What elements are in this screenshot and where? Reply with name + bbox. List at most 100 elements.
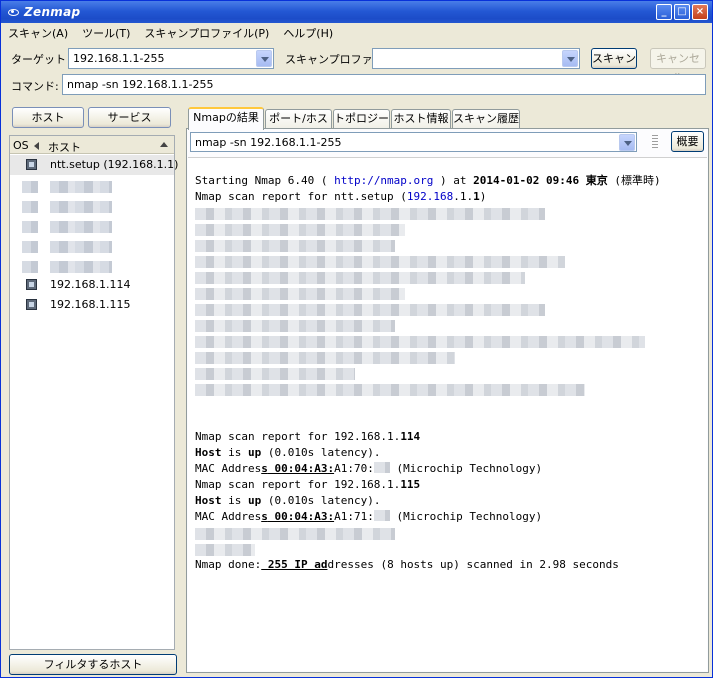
output-line: Nmap scan report for ntt.setup (192.168.… xyxy=(195,189,486,204)
host-list: OS ホスト ntt.setup (192.168.1.1) 192.168.1… xyxy=(9,135,178,650)
output-ip-last: 114 xyxy=(400,430,421,443)
filter-hosts-button[interactable]: フィルタするホスト xyxy=(9,654,177,675)
column-os[interactable]: OS xyxy=(13,139,29,152)
command-label: コマンド: xyxy=(11,80,59,93)
output-line: Host is up (0.010s latency). xyxy=(195,445,380,460)
output-host-word: Host xyxy=(195,446,222,459)
redacted-output xyxy=(195,528,395,540)
target-value: 192.168.1.1-255 xyxy=(73,52,165,65)
host-list-header: OS ホスト xyxy=(10,136,174,154)
nmap-url-link[interactable]: http://nmap.org xyxy=(334,174,433,187)
zenmap-eye-icon xyxy=(7,6,19,18)
tab-nmap-output[interactable]: Nmapの結果 xyxy=(188,107,264,130)
redacted-output xyxy=(195,336,645,348)
output-latency: (0.010s latency). xyxy=(261,494,381,507)
redacted-output xyxy=(195,384,585,396)
redacted-output xyxy=(373,462,390,473)
os-unknown-icon xyxy=(26,279,37,290)
column-host[interactable]: ホスト xyxy=(48,139,81,155)
overview-button[interactable]: 概要 xyxy=(671,131,704,152)
maximize-button[interactable]: □ xyxy=(674,4,690,20)
redacted-output xyxy=(195,544,255,556)
output-mac-s: s xyxy=(261,510,268,523)
output-ip-part: 192.168 xyxy=(406,190,454,203)
redacted-host xyxy=(50,201,112,213)
tab-topology[interactable]: トポロジー xyxy=(333,109,390,129)
cancel-button[interactable]: キャンセル xyxy=(650,48,706,84)
target-dropdown-icon[interactable] xyxy=(256,50,272,67)
redacted-output xyxy=(195,288,405,300)
output-report: Nmap scan report for ntt.setup ( xyxy=(195,190,407,203)
command-value: nmap -sn 192.168.1.1-255 xyxy=(67,78,214,91)
close-icon: × xyxy=(695,6,705,17)
target-label: ターゲット xyxy=(11,53,66,66)
output-mac-vendor: (Microchip Technology) xyxy=(389,510,543,523)
output-latency: (0.010s latency). xyxy=(261,446,381,459)
host-row[interactable]: 192.168.1.115 xyxy=(10,295,174,315)
output-mac-vendor: (Microchip Technology) xyxy=(389,462,543,475)
output-done: Nmap done: xyxy=(195,558,262,571)
output-mac-suffix: A1:70: xyxy=(334,462,374,475)
command-input[interactable]: nmap -sn 192.168.1.1-255 xyxy=(62,74,706,95)
hosts-toggle-button[interactable]: ホスト xyxy=(12,107,84,128)
redacted-os-icon xyxy=(22,201,38,213)
host-row[interactable]: 192.168.1.114 xyxy=(10,275,174,295)
redacted-output xyxy=(195,368,355,380)
output-line: Nmap scan report for 192.168.1.114 xyxy=(195,429,420,444)
output-mac-label: MAC Addres xyxy=(195,510,262,523)
output-line: Nmap scan report for 192.168.1.115 xyxy=(195,477,420,492)
services-toggle-button[interactable]: サービス xyxy=(88,107,171,128)
window-controls: _ □ × xyxy=(656,4,708,20)
close-button[interactable]: × xyxy=(692,4,708,20)
redacted-output xyxy=(195,224,405,236)
output-ip-part: .1. xyxy=(453,190,474,203)
scan-selector-value: nmap -sn 192.168.1.1-255 xyxy=(195,136,342,149)
scan-selector[interactable]: nmap -sn 192.168.1.1-255 xyxy=(190,132,637,152)
tab-host-details[interactable]: ホスト情報 xyxy=(391,109,451,129)
minimize-icon: _ xyxy=(661,6,667,17)
host-name: 192.168.1.114 xyxy=(50,278,131,291)
sort-ascending-icon[interactable] xyxy=(160,142,168,147)
profile-combobox[interactable] xyxy=(372,48,580,69)
redacted-os-icon xyxy=(22,221,38,233)
tab-scan-history[interactable]: スキャン履歴 xyxy=(452,109,520,129)
minimize-button[interactable]: _ xyxy=(656,4,672,20)
output-mac-suffix: A1:71: xyxy=(334,510,374,523)
nmap-output-panel: nmap -sn 192.168.1.1-255 概要 Starting Nma… xyxy=(186,128,709,673)
output-at: ) at xyxy=(433,174,474,187)
output-up-word: up xyxy=(248,446,262,459)
profile-dropdown-icon[interactable] xyxy=(562,50,578,67)
output-line: MAC Address 00:04:A3:A1:71: (Microchip T… xyxy=(195,509,542,524)
menu-profile[interactable]: スキャンプロファイル(P) xyxy=(144,25,269,41)
redacted-host xyxy=(50,241,112,253)
redacted-output xyxy=(195,304,545,316)
scan-selector-dropdown-icon[interactable] xyxy=(619,134,635,151)
redacted-os-icon xyxy=(22,261,38,273)
redacted-output xyxy=(195,208,545,220)
nmap-output-text[interactable]: Starting Nmap 6.40 ( http://nmap.org ) a… xyxy=(188,157,707,671)
menu-help[interactable]: ヘルプ(H) xyxy=(283,25,333,41)
title-bar[interactable]: Zenmap _ □ × xyxy=(1,1,712,23)
column-collapse-icon[interactable] xyxy=(34,142,39,150)
scan-button[interactable]: スキャン xyxy=(591,48,637,69)
host-row[interactable]: ntt.setup (192.168.1.1) xyxy=(10,155,178,175)
redacted-host xyxy=(50,221,112,233)
menu-tools[interactable]: ツール(T) xyxy=(82,25,130,41)
output-line: Host is up (0.010s latency). xyxy=(195,493,380,508)
output-line: MAC Address 00:04:A3:A1:70: (Microchip T… xyxy=(195,461,542,476)
output-report: Nmap scan report for 192.168.1. xyxy=(195,430,401,443)
tab-ports-hosts[interactable]: ポート/ホスト xyxy=(265,109,332,143)
output-line: Nmap done: 255 IP addresses (8 hosts up)… xyxy=(195,557,619,572)
redacted-os-icon xyxy=(22,181,38,193)
output-mac-prefix: 00:04:A3 xyxy=(267,510,328,523)
menu-scan[interactable]: スキャン(A) xyxy=(8,25,68,41)
os-unknown-icon xyxy=(26,159,37,170)
output-ip-last: 1 xyxy=(473,190,480,203)
window-title: Zenmap xyxy=(24,5,81,19)
target-toolbar: ターゲット 192.168.1.1-255 スキャンプロファイル スキャン キャ… xyxy=(1,47,712,84)
output-is: is xyxy=(221,446,248,459)
output-date: 2014-01-02 09:46 東京 xyxy=(473,174,608,187)
target-combobox[interactable]: 192.168.1.1-255 xyxy=(68,48,274,69)
redacted-output xyxy=(195,272,525,284)
host-name: ntt.setup (192.168.1.1) xyxy=(50,158,179,171)
